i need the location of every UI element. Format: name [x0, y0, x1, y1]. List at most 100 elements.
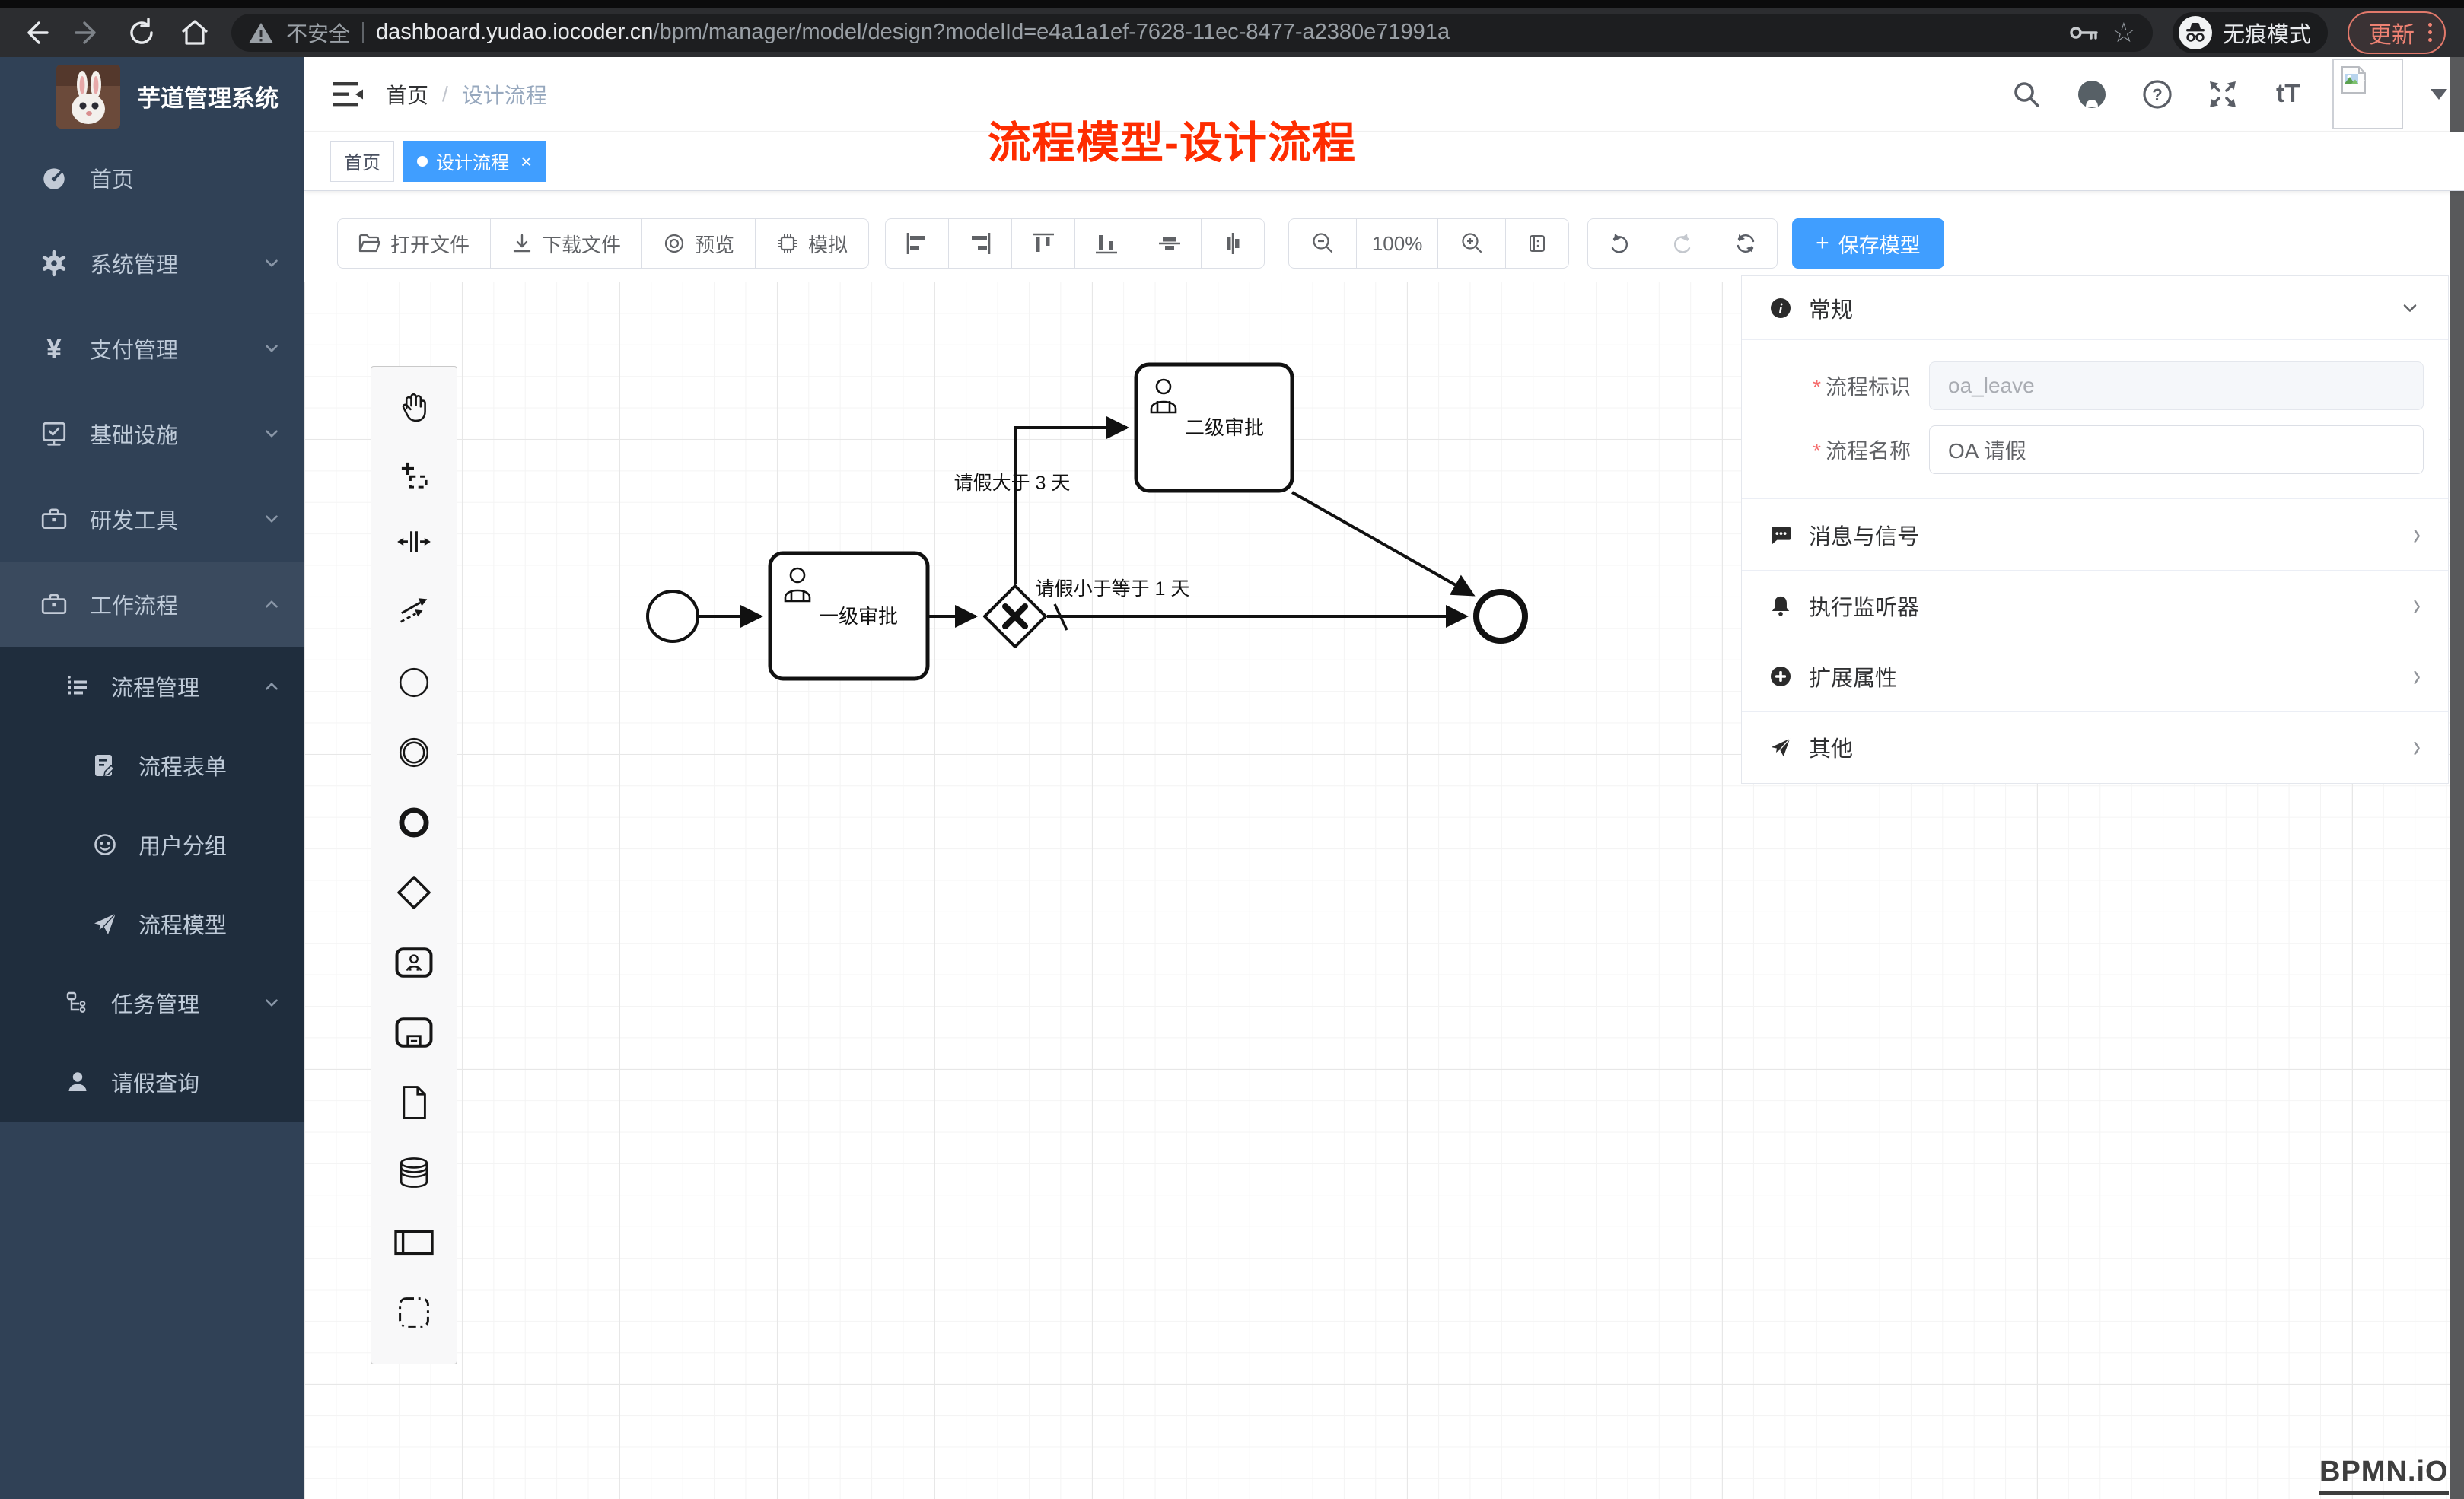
process-name-input[interactable]	[1929, 425, 2424, 474]
sidebar-item-process-form[interactable]: 流程表单	[0, 726, 304, 805]
section-other[interactable]: 其他 ›	[1742, 712, 2448, 783]
create-user-task[interactable]	[371, 928, 457, 998]
create-end-event[interactable]	[371, 788, 457, 858]
user-icon	[64, 1068, 91, 1096]
tab-design-process[interactable]: 设计流程 ×	[403, 141, 546, 182]
start-event[interactable]	[648, 591, 698, 641]
sidebar-item-infra[interactable]: 基础设施	[0, 391, 304, 476]
undo-icon	[1607, 231, 1632, 256]
svg-text:?: ?	[2152, 85, 2162, 104]
open-file-button[interactable]: 打开文件	[337, 218, 491, 269]
font-size-icon: tT	[2276, 79, 2300, 109]
align-right-button[interactable]	[948, 218, 1012, 269]
create-start-event[interactable]	[371, 648, 457, 718]
data-store-icon	[396, 1155, 432, 1190]
sidebar-item-process-model[interactable]: 流程模型	[0, 884, 304, 963]
zoom-level[interactable]: 100%	[1356, 218, 1438, 269]
section-extended-attrs[interactable]: 扩展属性 ›	[1742, 641, 2448, 712]
browser-update-button[interactable]: 更新	[2348, 11, 2446, 54]
user-task-first-approval[interactable]: 一级审批	[770, 553, 928, 679]
sidebar-item-system[interactable]: 系统管理	[0, 221, 304, 306]
sidebar-item-process-mgmt[interactable]: 流程管理	[0, 647, 304, 726]
hand-tool[interactable]	[371, 374, 457, 441]
align-hcenter-button[interactable]	[1201, 218, 1265, 269]
sidebar: 芋道管理系统 首页 系统管理 ¥ 支付管理 基础设施	[0, 57, 304, 1499]
flow-label-le[interactable]: 请假小于等于 1 天	[1036, 578, 1190, 600]
section-label: 执行监听器	[1809, 590, 2396, 622]
paper-plane-icon	[91, 910, 119, 937]
sidebar-item-leave-query[interactable]: 请假查询	[0, 1042, 304, 1122]
tab-home[interactable]: 首页	[330, 141, 394, 182]
flow-task2-to-end[interactable]	[1292, 492, 1473, 595]
space-tool[interactable]	[371, 508, 457, 575]
security-label[interactable]: 不安全	[286, 18, 350, 48]
avatar-dropdown-caret[interactable]	[2431, 89, 2447, 100]
browser-back-button[interactable]	[18, 16, 52, 49]
browser-home-button[interactable]	[178, 16, 212, 49]
user-task-second-approval[interactable]: 二级审批	[1136, 364, 1292, 491]
url-text[interactable]: dashboard.yudao.iocoder.cn/bpm/manager/m…	[376, 20, 2057, 45]
flow-gateway-to-task2[interactable]	[1015, 428, 1127, 584]
create-participant[interactable]	[371, 1208, 457, 1278]
sidebar-item-label: 基础设施	[90, 418, 240, 450]
header-help-button[interactable]: ?	[2136, 73, 2179, 116]
sidebar-item-task-mgmt[interactable]: 任务管理	[0, 963, 304, 1042]
create-data-object[interactable]	[371, 1068, 457, 1138]
zoom-reset-button[interactable]	[1505, 218, 1569, 269]
align-vcenter-button[interactable]	[1138, 218, 1202, 269]
simulate-button[interactable]: 模拟	[755, 218, 869, 269]
key-icon[interactable]	[2069, 23, 2099, 43]
global-connect-tool[interactable]	[371, 575, 457, 642]
zoom-in-button[interactable]	[1437, 218, 1506, 269]
header-fullscreen-button[interactable]	[2201, 73, 2244, 116]
align-left-button[interactable]	[885, 218, 949, 269]
create-group[interactable]	[371, 1278, 457, 1348]
home-icon	[179, 17, 211, 49]
sidebar-item-home[interactable]: 首页	[0, 135, 304, 221]
section-execution-listener[interactable]: 执行监听器 ›	[1742, 571, 2448, 641]
section-message-signal[interactable]: 消息与信号 ›	[1742, 499, 2448, 570]
close-icon[interactable]: ×	[520, 151, 532, 171]
create-gateway[interactable]	[371, 858, 457, 928]
download-file-button[interactable]: 下载文件	[490, 218, 642, 269]
user-avatar[interactable]	[2332, 59, 2403, 129]
sidebar-item-user-group[interactable]: 用户分组	[0, 805, 304, 884]
header-github-button[interactable]	[2071, 73, 2113, 116]
browser-reload-button[interactable]	[125, 16, 158, 49]
sidebar-item-workflow[interactable]: 工作流程	[0, 562, 304, 647]
align-bottom-button[interactable]	[1074, 218, 1138, 269]
browser-menu-icon[interactable]	[2428, 23, 2432, 42]
create-data-store[interactable]	[371, 1138, 457, 1208]
restart-button[interactable]	[1714, 218, 1778, 269]
breadcrumb-home[interactable]: 首页	[386, 79, 428, 110]
bookmark-star-icon[interactable]: ☆	[2112, 19, 2136, 46]
create-intermediate-event[interactable]	[371, 718, 457, 788]
align-top-button[interactable]	[1011, 218, 1075, 269]
process-key-input[interactable]	[1929, 361, 2424, 410]
sidebar-item-payment[interactable]: ¥ 支付管理	[0, 306, 304, 391]
folder-open-icon	[358, 233, 381, 254]
form-edit-icon	[91, 752, 119, 779]
hamburger-icon[interactable]	[333, 81, 363, 107]
lasso-tool[interactable]	[371, 441, 457, 508]
header-fontsize-button[interactable]: tT	[2267, 73, 2310, 116]
address-bar[interactable]: 不安全 dashboard.yudao.iocoder.cn/bpm/manag…	[231, 14, 2153, 52]
undo-button[interactable]	[1587, 218, 1651, 269]
header-search-button[interactable]	[2005, 73, 2048, 116]
warning-triangle-icon	[248, 21, 274, 44]
zoom-out-button[interactable]	[1288, 218, 1357, 269]
save-model-button[interactable]: + 保存模型	[1792, 218, 1944, 269]
section-general[interactable]: i 常规	[1742, 276, 2448, 339]
sidebar-logo[interactable]: 芋道管理系统	[0, 57, 304, 135]
bell-icon	[1769, 594, 1792, 617]
chevron-right-icon: ›	[2413, 658, 2421, 695]
end-event[interactable]	[1476, 592, 1525, 641]
redo-button[interactable]	[1651, 218, 1714, 269]
create-call-activity[interactable]	[371, 998, 457, 1068]
broken-image-icon	[2338, 65, 2369, 95]
sidebar-item-devtools[interactable]: 研发工具	[0, 476, 304, 562]
flow-label-gt[interactable]: 请假大于 3 天	[954, 473, 1071, 494]
preview-button[interactable]: 预览	[641, 218, 756, 269]
browser-forward-button[interactable]	[72, 16, 105, 49]
history-button-group	[1587, 218, 1778, 269]
